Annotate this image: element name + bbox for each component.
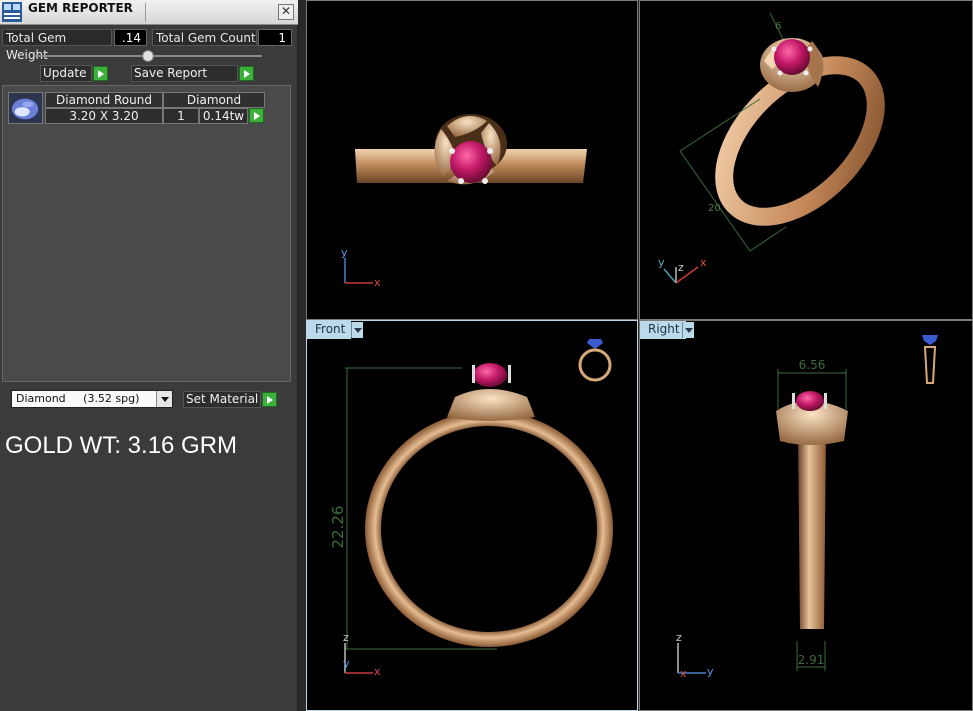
set-material-go-icon[interactable] (262, 392, 277, 407)
right-view-dropdown-icon[interactable] (682, 322, 694, 338)
cad-application: GEM REPORTER ✕ Total Gem Weight .14 Tota… (0, 0, 973, 711)
viewport-top[interactable]: y x (306, 0, 638, 320)
tab-right-label: Right (648, 322, 680, 336)
svg-text:y: y (343, 657, 350, 670)
total-gem-count-label: Total Gem Count (152, 29, 257, 46)
gem-list (2, 85, 291, 382)
save-report-button[interactable]: Save Report (131, 65, 238, 82)
update-button[interactable]: Update (40, 65, 92, 82)
svg-text:z: z (678, 261, 684, 274)
update-go-icon[interactable] (93, 66, 108, 81)
viewport-front[interactable]: 22.26 z y x Front (306, 320, 638, 711)
gold-weight-note: GOLD WT: 3.16 GRM (5, 432, 238, 459)
title-divider (145, 3, 146, 22)
svg-text:x: x (374, 276, 381, 289)
gem-column-header-type: Diamond (163, 92, 265, 108)
svg-text:20: 20 (708, 203, 721, 214)
viewport-grid: y x 20 6 y z x 22.26 z y x Front 6.56 2.… (298, 0, 973, 711)
gem-column-header-shape: Diamond Round (45, 92, 163, 108)
panel-title-bar[interactable]: GEM REPORTER ✕ (0, 0, 298, 25)
dropdown-arrow-icon[interactable] (156, 391, 172, 407)
gem-row-go-icon[interactable] (249, 108, 264, 123)
ring-thumbnail-icon (578, 339, 612, 382)
svg-text:x: x (680, 667, 687, 680)
svg-text:22.26: 22.26 (329, 506, 347, 549)
close-icon[interactable]: ✕ (278, 4, 294, 20)
svg-text:x: x (374, 665, 381, 678)
svg-text:y: y (341, 246, 348, 259)
svg-text:x: x (700, 256, 707, 269)
set-material-button[interactable]: Set Material (183, 391, 261, 408)
axis-gizmo-perspective: y z x (658, 256, 707, 284)
total-gem-weight-value: .14 (114, 29, 147, 46)
save-report-go-icon[interactable] (239, 66, 254, 81)
svg-text:6.56: 6.56 (799, 358, 826, 372)
axis-gizmo-front: z y x (343, 631, 381, 678)
gem-row-weight[interactable]: 0.14tw (199, 108, 248, 124)
gem-row-size[interactable]: 3.20 X 3.20 (45, 108, 163, 124)
tab-front[interactable]: Front (307, 321, 352, 339)
axis-gizmo-right: z x y (676, 631, 714, 680)
right-view-render: 6.56 2.91 z x y (676, 335, 938, 680)
tab-front-label: Front (315, 322, 346, 336)
svg-text:z: z (343, 631, 349, 644)
viewport-perspective[interactable]: 20 6 y z x (639, 0, 973, 320)
gem-reporter-panel: GEM REPORTER ✕ Total Gem Weight .14 Tota… (0, 0, 298, 711)
tab-right[interactable]: Right (640, 321, 686, 339)
axis-gizmo-top: y x (341, 246, 381, 289)
svg-text:y: y (658, 256, 665, 269)
panel-title: GEM REPORTER (28, 1, 133, 15)
material-select-value: Diamond (3.52 spg) (16, 392, 140, 405)
svg-text:y: y (707, 665, 714, 678)
material-select[interactable]: Diamond (3.52 spg) (11, 390, 173, 408)
front-view-render: 22.26 z y x (329, 339, 613, 678)
total-gem-count-value: 1 (258, 29, 292, 46)
gem-reporter-app-icon (2, 2, 22, 22)
total-gem-weight-label: Total Gem Weight (2, 29, 112, 62)
top-view-render: y x (341, 114, 587, 289)
viewport-right[interactable]: 6.56 2.91 z x y Right (639, 320, 973, 711)
panel-resize-handle[interactable] (142, 50, 154, 62)
front-view-dropdown-icon[interactable] (351, 322, 363, 338)
gem-profile-icon (8, 92, 43, 124)
perspective-view-render: 20 6 y z x (658, 12, 885, 284)
ring-side-thumbnail-icon (922, 335, 938, 384)
svg-text:6: 6 (775, 21, 781, 32)
svg-text:2.91: 2.91 (798, 653, 825, 667)
gem-row-count[interactable]: 1 (163, 108, 199, 124)
svg-text:z: z (676, 631, 682, 644)
